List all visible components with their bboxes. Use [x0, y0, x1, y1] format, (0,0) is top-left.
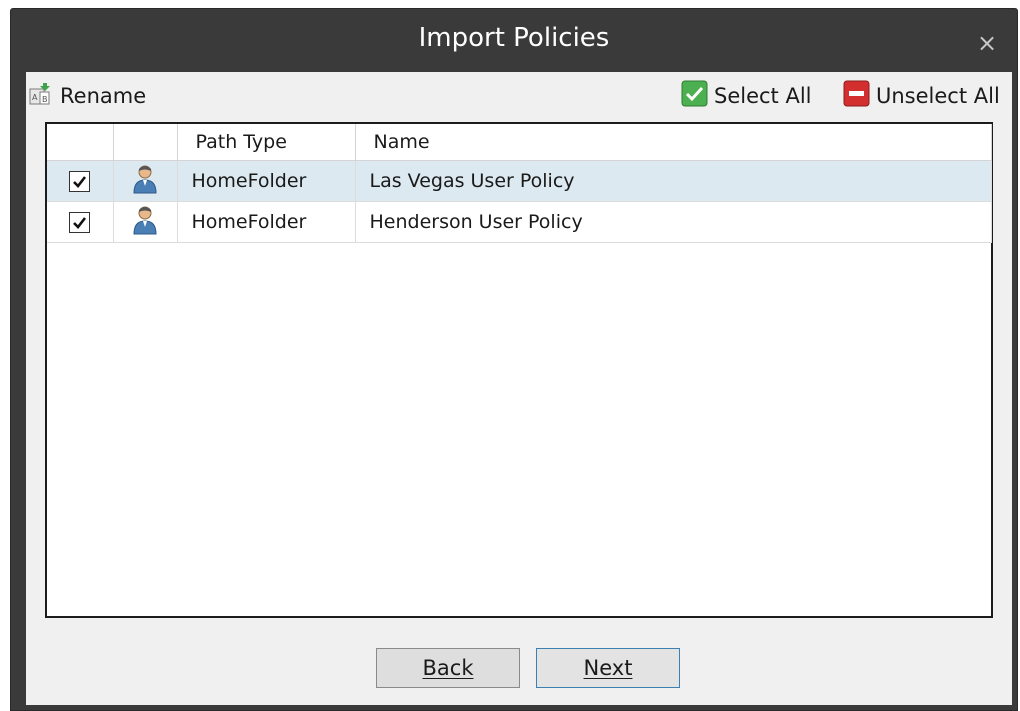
unselect-all-button[interactable]: Unselect All — [843, 80, 1000, 112]
back-button[interactable]: Back — [376, 648, 520, 688]
table-header: Path Type Name — [47, 124, 992, 161]
name-cell: Las Vegas User Policy — [355, 160, 992, 202]
select-all-label: Select All — [714, 84, 812, 108]
dialog-content: A B Rename Select All Unselect All Path … — [26, 72, 1012, 705]
column-header-path-type[interactable]: Path Type — [177, 124, 356, 161]
toolbar: A B Rename Select All Unselect All — [26, 72, 1012, 122]
title-bar[interactable]: Import Policies × — [11, 9, 1017, 73]
row-checkbox[interactable] — [69, 212, 91, 233]
svg-text:A: A — [32, 93, 38, 102]
table-row[interactable]: HomeFolder Henderson User Policy — [47, 201, 992, 243]
next-label: Next — [583, 656, 633, 680]
table-row[interactable]: HomeFolder Las Vegas User Policy — [47, 160, 992, 202]
column-header-icon[interactable] — [113, 124, 178, 161]
rename-button[interactable]: A B Rename — [28, 82, 146, 110]
svg-text:B: B — [42, 95, 48, 104]
import-policies-dialog: Import Policies × A B Rename Select All … — [10, 8, 1018, 711]
column-header-name[interactable]: Name — [355, 124, 992, 161]
unselect-all-label: Unselect All — [876, 84, 1000, 108]
column-header-checkbox[interactable] — [47, 124, 114, 161]
rename-label: Rename — [60, 84, 147, 108]
user-icon — [131, 165, 159, 199]
path-type-cell: HomeFolder — [177, 160, 356, 202]
minus-icon — [843, 80, 870, 112]
dialog-title: Import Policies — [418, 23, 610, 53]
policies-table: Path Type Name HomeFolder Las Vegas User… — [45, 122, 993, 618]
row-checkbox[interactable] — [69, 171, 91, 192]
close-icon[interactable]: × — [975, 31, 999, 55]
back-label: Back — [422, 656, 474, 680]
next-button[interactable]: Next — [536, 648, 680, 688]
user-icon — [131, 206, 159, 240]
path-type-cell: HomeFolder — [177, 201, 356, 243]
name-cell: Henderson User Policy — [355, 201, 992, 243]
rename-icon: A B — [28, 81, 54, 112]
check-icon — [681, 80, 708, 112]
select-all-button[interactable]: Select All — [681, 80, 812, 112]
